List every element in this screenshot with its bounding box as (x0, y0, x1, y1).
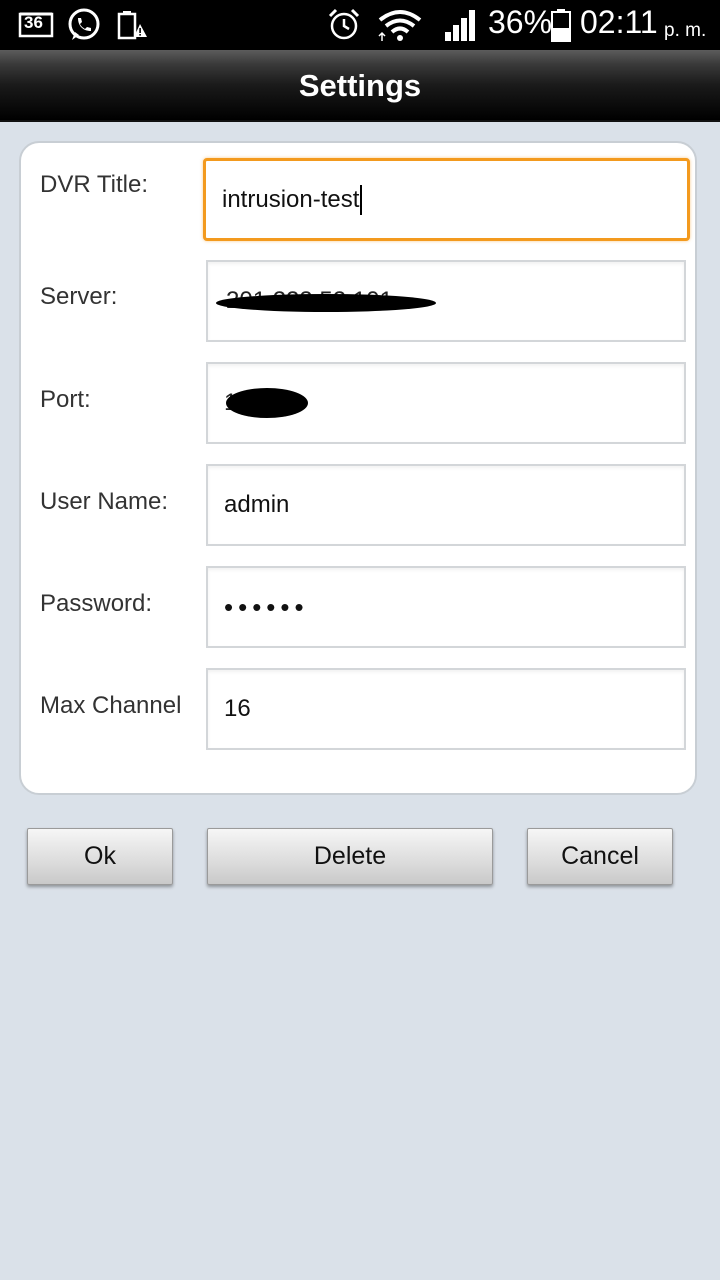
battery-percent: 36% (488, 4, 553, 40)
dvr-title-value: intrusion-test (222, 185, 360, 213)
max-channel-input[interactable]: 16 (206, 668, 686, 750)
wifi-icon (378, 9, 422, 48)
delete-button[interactable]: Delete (207, 828, 493, 885)
title-bar: Settings (0, 50, 720, 122)
max-channel-value: 16 (224, 695, 251, 722)
password-input[interactable]: •••••• (206, 566, 686, 648)
alarm-clock-icon (326, 7, 362, 48)
cell-signal-icon (444, 8, 478, 47)
server-label: Server: (40, 283, 118, 310)
user-name-label: User Name: (40, 488, 169, 515)
clock-ampm: p. m. (664, 20, 707, 41)
battery-warning-icon (116, 9, 148, 46)
port-label: Port: (40, 386, 91, 413)
password-value: •••••• (224, 591, 309, 622)
user-name-input[interactable]: admin (206, 464, 686, 546)
server-input[interactable]: 201.223.52.101 (206, 260, 686, 342)
password-label: Password: (40, 590, 153, 617)
redaction-scribble (226, 388, 308, 418)
dvr-title-input[interactable]: intrusion-test (203, 158, 690, 241)
redaction-scribble (216, 294, 436, 312)
cancel-button[interactable]: Cancel (527, 828, 673, 885)
dvr-title-label: DVR Title: (40, 171, 149, 198)
calendar-notification-icon: 36 (18, 10, 54, 38)
clock-time: 02:11 (580, 4, 658, 40)
notification-badge-text: 36 (24, 13, 43, 32)
port-input[interactable]: 16102 (206, 362, 686, 444)
max-channel-label: Max Channel (40, 692, 182, 719)
whatsapp-icon (66, 7, 102, 48)
status-bar: 36 36% 02:11 p. m. (0, 0, 720, 50)
ok-button[interactable]: Ok (27, 828, 173, 885)
user-name-value: admin (224, 491, 290, 518)
page-title: Settings (298, 68, 422, 103)
battery-icon (550, 8, 572, 47)
text-cursor (360, 184, 363, 215)
